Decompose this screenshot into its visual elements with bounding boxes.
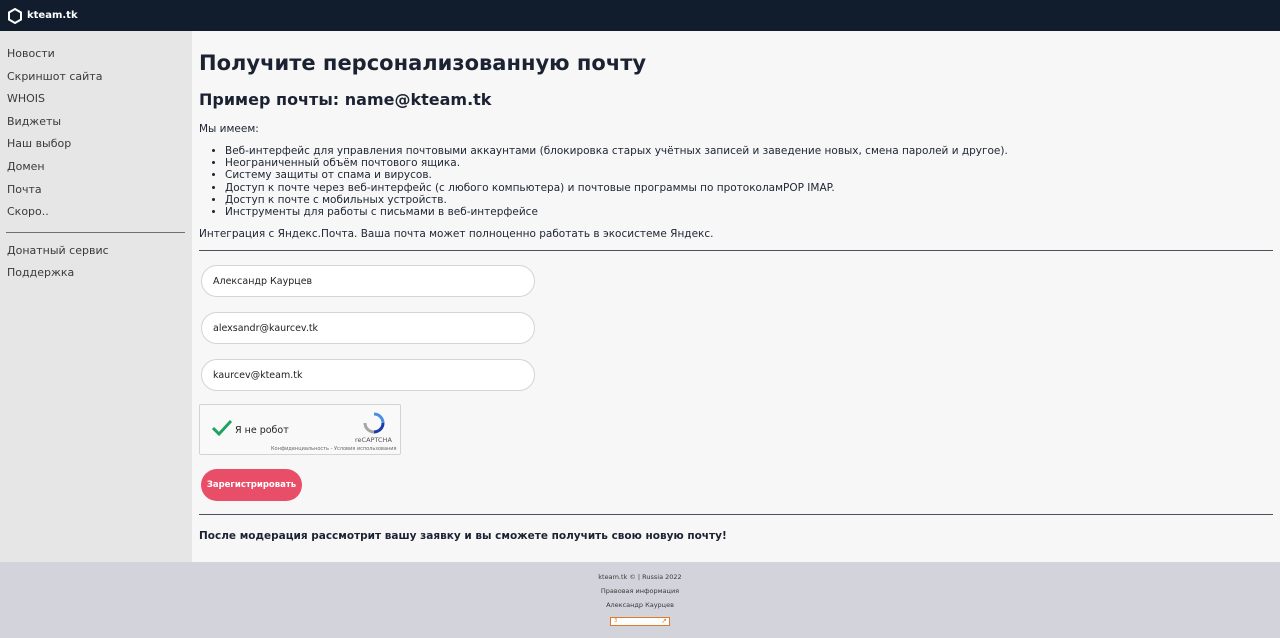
- desired-mail-input[interactable]: [201, 359, 535, 391]
- list-item: Неограниченный объём почтового ящика.: [225, 157, 1008, 169]
- sidebar-item-support[interactable]: Поддержка: [0, 262, 192, 285]
- footer: kteam.tk © | Russia 2022 Правовая информ…: [0, 562, 1280, 638]
- sidebar-item-whois[interactable]: WHOIS: [0, 88, 192, 111]
- full-name-input[interactable]: [201, 265, 535, 297]
- recaptcha-logo-icon: [363, 412, 385, 434]
- footer-copyright: kteam.tk © | Russia 2022: [598, 573, 682, 581]
- section-divider: [199, 514, 1273, 515]
- integration-text: Интеграция с Яндекс.Почта. Ваша почта мо…: [199, 228, 714, 240]
- sidebar-divider: [6, 231, 185, 233]
- list-item: Систему защиты от спама и вирусов.: [225, 169, 1008, 181]
- checkmark-icon[interactable]: [211, 417, 233, 439]
- sidebar-item-our-choice[interactable]: Наш выбор: [0, 133, 192, 156]
- moderation-notice: После модерация рассмотрит вашу заявку и…: [199, 530, 727, 542]
- sidebar-item-widgets[interactable]: Виджеты: [0, 111, 192, 134]
- register-button[interactable]: Зарегистрировать: [201, 469, 302, 501]
- top-bar: kteam.tk: [0, 0, 1280, 31]
- visit-counter-badge[interactable]: 3 ↗: [610, 617, 670, 626]
- page-subtitle: Пример почты: name@kteam.tk: [199, 90, 492, 109]
- list-item: Веб-интерфейс для управления почтовыми а…: [225, 145, 1008, 157]
- captcha-label: Я не робот: [235, 425, 289, 436]
- footer-author: Александр Каурцев: [606, 601, 674, 609]
- recaptcha-widget: Я не робот reCAPTCHA Конфиденциальность …: [199, 404, 401, 455]
- email-input[interactable]: [201, 312, 535, 344]
- footer-legal-link[interactable]: Правовая информация: [0, 587, 1280, 595]
- section-divider: [199, 250, 1273, 251]
- sidebar-item-screenshot[interactable]: Скриншот сайта: [0, 66, 192, 89]
- page-title: Получите персонализованную почту: [199, 51, 647, 75]
- main-content: Получите персонализованную почту Пример …: [192, 31, 1280, 562]
- sidebar-item-donate[interactable]: Донатный сервис: [0, 240, 192, 263]
- sidebar-item-domain[interactable]: Домен: [0, 156, 192, 179]
- brand-name: kteam.tk: [27, 10, 78, 21]
- counter-value: 3: [614, 618, 618, 624]
- hexagon-logo-icon: [8, 7, 22, 24]
- arrow-up-right-icon: ↗: [661, 617, 667, 625]
- list-item: Доступ к почте через веб-интерфейс (с лю…: [225, 182, 1008, 194]
- captcha-brand: reCAPTCHA: [355, 436, 392, 444]
- sidebar-item-news[interactable]: Новости: [0, 43, 192, 66]
- captcha-terms-links[interactable]: Конфиденциальность - Условия использован…: [271, 446, 397, 452]
- sidebar: Новости Скриншот сайта WHOIS Виджеты Наш…: [0, 31, 192, 562]
- list-item: Инструменты для работы с письмами в веб-…: [225, 206, 1008, 218]
- intro-text: Мы имеем:: [199, 123, 259, 135]
- feature-list: Веб-интерфейс для управления почтовыми а…: [225, 145, 1008, 218]
- list-item: Доступ к почте с мобильных устройств.: [225, 194, 1008, 206]
- brand-logo[interactable]: kteam.tk: [7, 7, 78, 24]
- sidebar-item-mail[interactable]: Почта: [0, 179, 192, 202]
- sidebar-item-soon[interactable]: Скоро..: [0, 201, 192, 224]
